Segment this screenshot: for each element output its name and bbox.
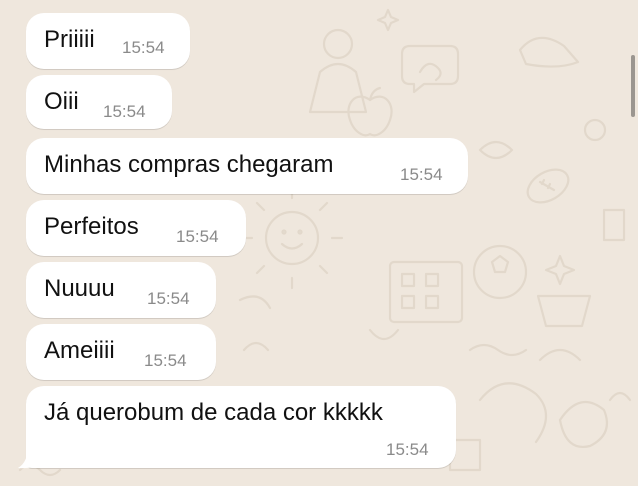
message-text: Oiii — [44, 88, 79, 115]
message-timestamp: 15:54 — [122, 38, 165, 57]
message-bubble[interactable]: Perfeitos 15:54 — [26, 200, 246, 256]
message-bubble[interactable]: Nuuuu 15:54 — [26, 262, 216, 318]
message-text: Perfeitos — [44, 213, 139, 240]
message-timestamp: 15:54 — [103, 102, 146, 121]
message-timestamp: 15:54 — [176, 227, 219, 246]
message-timestamp: 15:54 — [147, 289, 190, 308]
message-bubble-tail — [18, 442, 44, 469]
message-timestamp: 15:54 — [386, 440, 429, 459]
chat-scrollbar[interactable] — [631, 55, 635, 117]
message-timestamp: 15:54 — [144, 351, 187, 370]
chat-message-list: Priiiii 15:54 Oiii 15:54 Minhas compras … — [0, 0, 638, 486]
message-bubble[interactable]: Oiii 15:54 — [26, 75, 172, 129]
message-bubble[interactable]: Minhas compras chegaram 15:54 — [26, 138, 468, 194]
message-text: Minhas compras chegaram — [44, 151, 334, 178]
message-text: Ameiiii — [44, 337, 115, 364]
message-bubble[interactable]: Ameiiii 15:54 — [26, 324, 216, 380]
message-text: Priiiii — [44, 26, 95, 53]
message-bubble[interactable]: Priiiii 15:54 — [26, 13, 190, 69]
message-timestamp: 15:54 — [400, 165, 443, 184]
message-bubble[interactable]: Já querobum de cada cor kkkkk 15:54 — [26, 386, 456, 468]
message-text: Já querobum de cada cor kkkkk — [44, 399, 383, 426]
message-text: Nuuuu — [44, 275, 115, 302]
